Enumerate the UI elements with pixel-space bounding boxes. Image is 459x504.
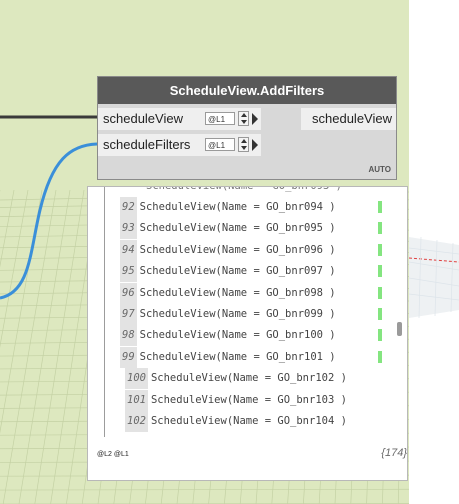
- addfilters-node[interactable]: ScheduleView.AddFilters scheduleView @L1…: [97, 76, 397, 180]
- item-count-label: {174}: [381, 447, 407, 459]
- selection-marker: [378, 222, 382, 235]
- selection-marker: [378, 350, 382, 363]
- list-item-value: ScheduleView(Name = GO_bnr094 ): [139, 201, 336, 213]
- list-item-value: ScheduleView(Name = GO_bnr104 ): [150, 415, 347, 427]
- tree-guide-line: [104, 187, 105, 437]
- list-item: 93 ScheduleView(Name = GO_bnr095 ): [120, 218, 336, 240]
- lacing-field-schedulefilters[interactable]: @L1: [205, 138, 235, 151]
- list-item-index: 97: [120, 304, 137, 325]
- list-item: 101 ScheduleView(Name = GO_bnr103 ): [125, 389, 347, 411]
- list-item-value: ScheduleView(Name = GO_bnr101 ): [139, 350, 336, 363]
- list-item-index: 94: [120, 239, 137, 261]
- list-item: 95 ScheduleView(Name = GO_bnr097 ): [120, 261, 336, 283]
- wire-schedulefilters[interactable]: [0, 142, 98, 300]
- list-item-value: ScheduleView(Name = GO_bnr098 ): [139, 286, 336, 299]
- list-item-index: 95: [120, 261, 137, 283]
- list-item: 97 ScheduleView(Name = GO_bnr099 ): [120, 304, 336, 325]
- list-item-value: ScheduleView(Name = GO_bnr096 ): [139, 243, 336, 256]
- list-item-index: 98: [120, 325, 137, 347]
- selection-marker: [378, 286, 382, 299]
- side-panel-grid: [409, 236, 459, 319]
- selection-marker: [378, 201, 382, 213]
- input-port-scheduleview[interactable]: scheduleView @L1: [98, 108, 261, 130]
- list-item-value: ScheduleView(Name = GO_bnr100 ): [139, 329, 336, 342]
- input-port-schedulefilters[interactable]: scheduleFilters @L1: [98, 134, 261, 156]
- lacing-spinner-icon[interactable]: [238, 137, 249, 152]
- graph-canvas[interactable]: ScheduleView.AddFilters scheduleView @L1…: [0, 0, 409, 504]
- port-arrow-icon: [252, 139, 258, 151]
- list-item: 100 ScheduleView(Name = GO_bnr102 ): [125, 368, 347, 390]
- list-item-value: ScheduleView(Name = GO_bnr102 ): [150, 372, 347, 385]
- selection-marker: [378, 243, 382, 256]
- preview-list[interactable]: ScheduleView(Name = GO_bnr093 ) 92Schedu…: [88, 187, 407, 437]
- list-item-value: ScheduleView(Name = GO_bnr095 ): [139, 222, 336, 235]
- list-item: 99 ScheduleView(Name = GO_bnr101 ): [120, 346, 336, 368]
- list-item-value: ScheduleView(Name = GO_bnr099 ): [139, 308, 336, 320]
- list-item-partial: ScheduleView(Name = GO_bnr093 ): [146, 187, 342, 197]
- list-item-index: 92: [120, 197, 137, 218]
- list-item-index: 96: [120, 282, 137, 304]
- list-item: 92 ScheduleView(Name = GO_bnr094 ): [120, 197, 336, 218]
- list-item-value: ScheduleView(Name = GO_bnr097 ): [139, 265, 336, 278]
- list-levels-label: @L2 @L1: [97, 451, 129, 458]
- port-arrow-icon: [252, 113, 258, 125]
- output-label: scheduleView: [312, 111, 392, 126]
- list-item: 94 ScheduleView(Name = GO_bnr096 ): [120, 239, 336, 261]
- scrollbar-thumb[interactable]: [397, 322, 402, 336]
- selection-marker: [378, 265, 382, 278]
- selection-marker: [378, 308, 382, 320]
- list-item-index: 99: [120, 346, 137, 368]
- input-label-scheduleview: scheduleView: [103, 111, 183, 126]
- node-title[interactable]: ScheduleView.AddFilters: [98, 77, 396, 104]
- lacing-field-scheduleview[interactable]: @L1: [205, 112, 235, 125]
- list-item: 96 ScheduleView(Name = GO_bnr098 ): [120, 282, 336, 304]
- lacing-spinner-icon[interactable]: [238, 111, 249, 126]
- preview-bubble[interactable]: ScheduleView(Name = GO_bnr093 ) 92Schedu…: [87, 186, 408, 481]
- output-port-scheduleview[interactable]: scheduleView: [301, 108, 396, 130]
- run-mode-label: AUTO: [368, 165, 391, 174]
- list-item-index: 100: [125, 368, 148, 390]
- selection-marker: [378, 329, 382, 342]
- list-item-index: 93: [120, 218, 137, 240]
- list-item-index: 101: [125, 389, 148, 411]
- input-label-schedulefilters: scheduleFilters: [103, 137, 191, 152]
- side-panel: [409, 0, 459, 504]
- list-item-index: 102: [125, 411, 148, 432]
- preview-footer: @L2 @L1 {174}: [88, 437, 407, 480]
- list-item: 98 ScheduleView(Name = GO_bnr100 ): [120, 325, 336, 347]
- list-item: 102 ScheduleView(Name = GO_bnr104 ): [125, 411, 347, 432]
- list-item-value: ScheduleView(Name = GO_bnr103 ): [150, 393, 347, 406]
